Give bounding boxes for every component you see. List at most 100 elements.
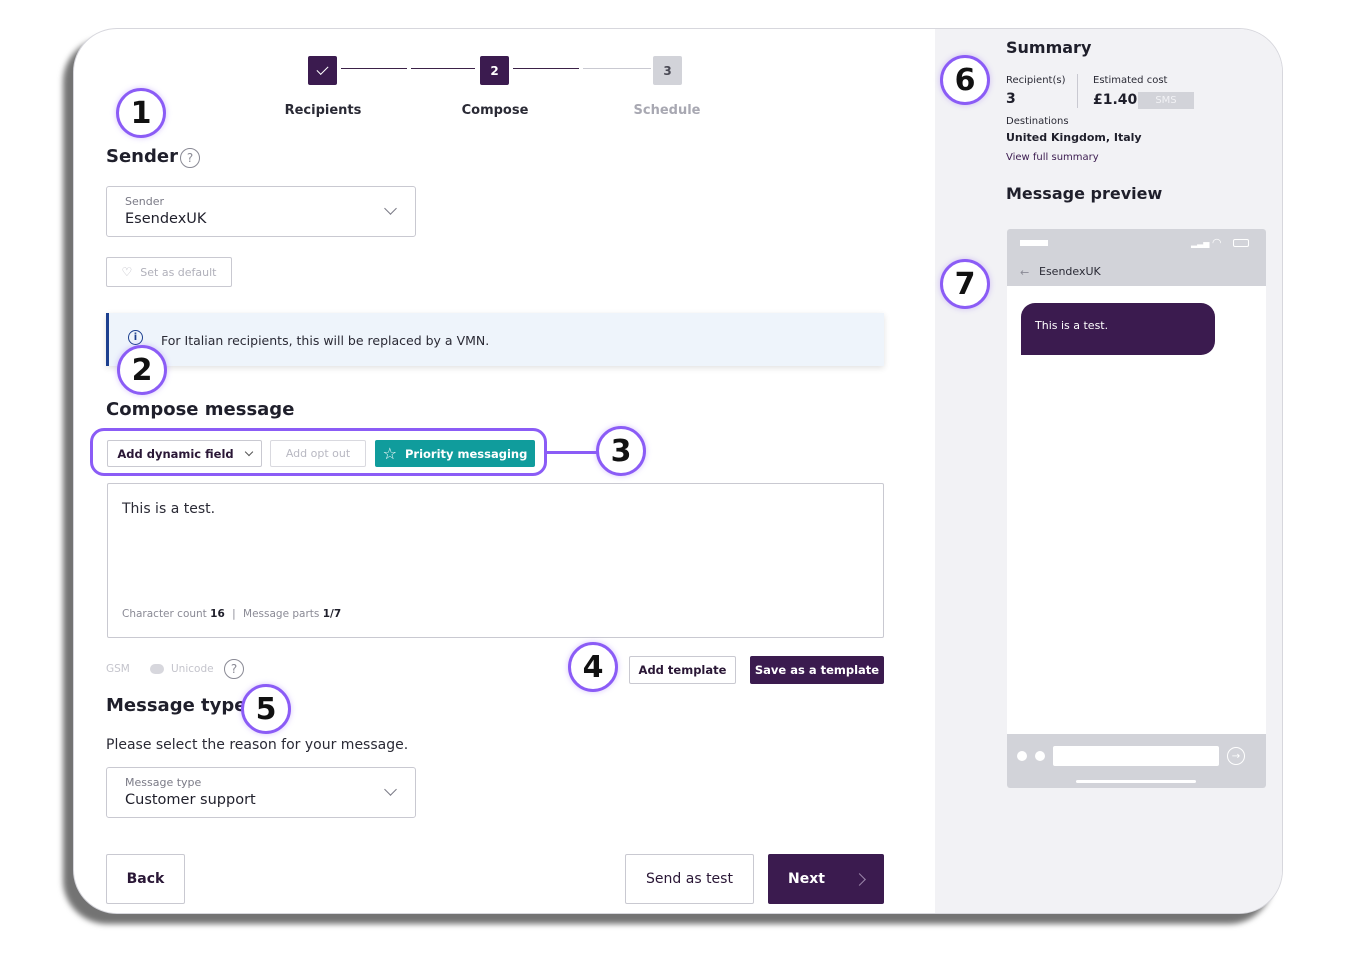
annotation-marker-4: 4 (568, 642, 618, 692)
info-icon: i (128, 330, 143, 345)
info-text: For Italian recipients, this will be rep… (161, 333, 490, 348)
next-label: Next (788, 871, 825, 887)
signal-icon: ▂▃▅ (1191, 239, 1210, 248)
step-connector (341, 68, 407, 69)
send-arrow-icon: → (1227, 747, 1245, 765)
bubble-text: This is a test. (1035, 319, 1109, 332)
destinations-value: United Kingdom, Italy (1006, 131, 1142, 144)
add-dynamic-field-button[interactable]: Add dynamic field (107, 440, 262, 467)
message-type-heading: Message type (106, 695, 247, 716)
message-bubble: This is a test. (1021, 303, 1215, 355)
step-number: 3 (663, 63, 672, 78)
step-recipients-box[interactable] (308, 56, 337, 85)
destinations-label: Destinations (1006, 116, 1069, 127)
step-connector (513, 68, 579, 69)
annotation-marker-5: 5 (241, 684, 291, 734)
recipients-value: 3 (1006, 91, 1016, 107)
cost-label: Estimated cost (1093, 75, 1168, 86)
priority-messaging-button[interactable]: ☆ Priority messaging (375, 440, 535, 467)
send-as-test-label: Send as test (646, 871, 733, 887)
battery-icon (1233, 239, 1249, 247)
step-number: 2 (490, 63, 499, 78)
status-time-placeholder (1020, 240, 1048, 246)
priority-messaging-label: Priority messaging (404, 446, 528, 461)
add-dynamic-field-label: Add dynamic field (117, 446, 234, 461)
help-icon[interactable]: ? (180, 148, 200, 168)
annotation-marker-2: 2 (117, 345, 167, 395)
add-opt-out-button[interactable]: Add opt out (270, 440, 366, 467)
add-template-label: Add template (638, 663, 727, 677)
check-icon (316, 62, 329, 76)
message-text: This is a test. (122, 501, 216, 517)
add-template-button[interactable]: Add template (629, 656, 736, 684)
step-connector (411, 68, 475, 69)
annotation-connector (546, 451, 600, 454)
step-connector (583, 68, 651, 69)
annotation-marker-3: 3 (596, 426, 646, 476)
step-label-compose[interactable]: Compose (435, 103, 555, 118)
step-schedule-box[interactable]: 3 (653, 56, 682, 85)
message-type-select-value: Customer support (125, 792, 256, 808)
message-type-select-label: Message type (125, 776, 202, 789)
preview-heading: Message preview (1006, 184, 1163, 203)
step-label-schedule[interactable]: Schedule (607, 103, 727, 118)
sender-heading: Sender (106, 146, 178, 167)
recipients-label: Recipient(s) (1006, 75, 1066, 86)
message-type-select[interactable]: Message type Customer support (106, 767, 416, 818)
unicode-label: Unicode (171, 663, 214, 675)
help-icon[interactable]: ? (224, 659, 244, 679)
message-type-description: Please select the reason for your messag… (106, 737, 409, 753)
step-label-recipients[interactable]: Recipients (263, 103, 383, 118)
phone-preview: ▂▃▅ ◠ ← EsendexUK This is a test. → (1007, 229, 1266, 788)
summary-divider (1077, 74, 1078, 108)
message-textarea[interactable]: This is a test. Character count 16 | Mes… (107, 483, 884, 638)
chevron-down-icon (384, 783, 397, 796)
chevron-down-icon (384, 202, 397, 215)
message-counter: Character count 16 | Message parts 1/7 (122, 608, 341, 620)
annotation-marker-6: 6 (940, 55, 990, 105)
gsm-label: GSM (106, 663, 130, 675)
step-compose-box[interactable]: 2 (480, 56, 509, 85)
save-template-button[interactable]: Save as a template (750, 656, 884, 684)
chevron-right-icon (853, 872, 866, 886)
star-icon: ☆ (382, 443, 397, 463)
channel-badge: SMS (1138, 92, 1194, 109)
phone-header: ▂▃▅ ◠ ← EsendexUK (1007, 229, 1266, 286)
sender-select-label: Sender (125, 195, 164, 208)
phone-footer: → (1007, 734, 1266, 788)
parts-value: 1/7 (322, 608, 342, 620)
compose-heading: Compose message (106, 399, 295, 420)
cost-value: £1.40 (1093, 92, 1138, 108)
parts-label: Message parts (243, 608, 320, 620)
summary-heading: Summary (1006, 38, 1092, 57)
heart-icon: ♡ (121, 265, 133, 279)
annotation-marker-7: 7 (940, 259, 990, 309)
home-indicator (1076, 780, 1196, 783)
add-opt-out-label: Add opt out (285, 447, 351, 460)
chevron-down-icon (244, 447, 253, 456)
back-label: Back (126, 871, 165, 887)
view-full-summary-link[interactable]: View full summary (1006, 152, 1099, 163)
app-window: 2 3 Recipients Compose Schedule Sender ?… (73, 28, 1283, 914)
info-banner: i For Italian recipients, this will be r… (106, 313, 884, 366)
send-as-test-button[interactable]: Send as test (625, 854, 754, 904)
encoding-toggle[interactable] (150, 664, 164, 674)
set-default-label: Set as default (140, 265, 217, 279)
compose-panel: 2 3 Recipients Compose Schedule Sender ?… (74, 29, 935, 913)
char-count-label: Character count (122, 608, 207, 620)
char-count-value: 16 (210, 608, 225, 620)
attach-dot-icon (1035, 751, 1045, 761)
annotation-marker-1: 1 (116, 88, 166, 138)
back-button[interactable]: Back (106, 854, 185, 904)
preview-input (1053, 746, 1219, 766)
attach-dot-icon (1017, 751, 1027, 761)
summary-panel: Summary Recipient(s) 3 Estimated cost £1… (935, 29, 1282, 913)
sender-select-value: EsendexUK (125, 211, 207, 227)
sender-select[interactable]: Sender EsendexUK (106, 186, 416, 237)
back-arrow-icon: ← (1020, 266, 1030, 279)
next-button[interactable]: Next (768, 854, 884, 904)
wifi-icon: ◠ (1212, 236, 1222, 249)
preview-sender: EsendexUK (1039, 265, 1101, 278)
set-default-button[interactable]: ♡ Set as default (106, 257, 232, 287)
save-template-label: Save as a template (754, 663, 880, 677)
